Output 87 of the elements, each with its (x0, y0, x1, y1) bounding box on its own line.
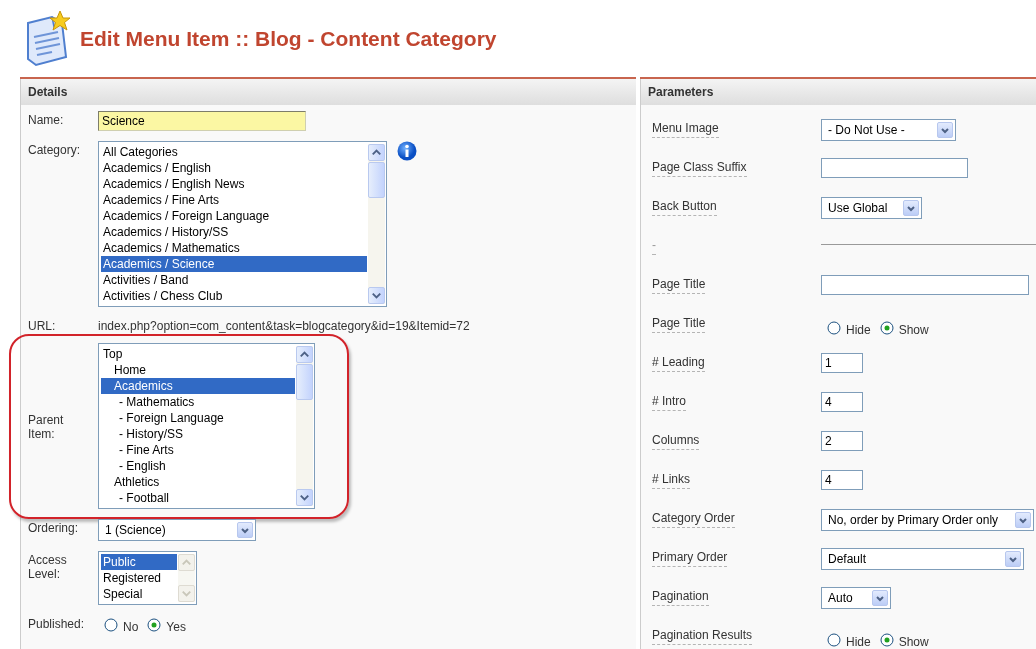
info-icon[interactable] (397, 141, 417, 161)
caret-icon (1015, 512, 1031, 528)
scroll-thumb[interactable] (368, 162, 385, 198)
caret-icon (237, 522, 253, 538)
dropdown[interactable]: Auto (821, 587, 891, 609)
panel-header: Parameters (640, 79, 1036, 105)
dropdown[interactable]: 1 (Science) (98, 519, 256, 541)
radio-button[interactable] (147, 618, 162, 632)
field-label: Parent Item: (28, 412, 65, 441)
list-option[interactable]: - Mathematics (101, 394, 295, 410)
list-option[interactable]: Academics / History/SS (101, 224, 367, 240)
list-option[interactable]: - Football (101, 490, 295, 506)
dropdown[interactable]: No, order by Primary Order only (821, 509, 1034, 531)
list-box[interactable]: Public Registered Special (98, 551, 197, 605)
field-label: Category: (28, 142, 82, 157)
field-label: Back Button (652, 199, 717, 216)
field-label: Primary Order (652, 550, 728, 567)
dropdown[interactable]: Default (821, 548, 1024, 570)
scrollbar[interactable] (296, 346, 313, 506)
text-field[interactable]: 4 (821, 470, 863, 490)
field-label: URL: (28, 318, 57, 333)
field-label: Category Order (652, 511, 735, 528)
field-label: Columns (652, 433, 700, 450)
field-label: # Leading (652, 355, 705, 372)
caret-icon (903, 200, 919, 216)
radio-button[interactable] (104, 618, 118, 632)
dropdown[interactable]: Use Global (821, 197, 922, 219)
page-title: Edit Menu Item :: Blog - Content Category (80, 26, 497, 51)
list-option[interactable]: Academics / English News (101, 176, 367, 192)
radio-label: Hide (846, 633, 871, 649)
list-option[interactable]: Academics / Science (101, 256, 367, 272)
field-label: Pagination (652, 589, 709, 606)
caret-icon (937, 122, 953, 138)
field-label: Ordering: (28, 520, 80, 535)
text-field[interactable] (821, 275, 1029, 295)
radio-button[interactable] (827, 321, 841, 335)
dropdown[interactable]: - Do Not Use - (821, 119, 956, 141)
list-option[interactable]: Public (101, 554, 177, 570)
text-field[interactable]: 1 (821, 353, 863, 373)
radio-label: Hide (846, 321, 871, 337)
text-field[interactable]: Science (98, 111, 306, 131)
field-label: Published: (28, 616, 86, 631)
radio-label: No (123, 618, 139, 634)
radio-label: Show (898, 321, 929, 337)
list-option[interactable]: Academics / Fine Arts (101, 192, 367, 208)
field-label: - (652, 238, 656, 255)
list-option[interactable]: Home (101, 362, 295, 378)
list-option[interactable]: - History/SS (101, 426, 295, 442)
list-option[interactable]: - Fine Arts (101, 442, 295, 458)
list-option[interactable]: Academics / Foreign Language (101, 208, 367, 224)
text-field[interactable]: 2 (821, 431, 863, 451)
panel-header: Details (20, 79, 636, 105)
list-box[interactable] (98, 141, 387, 307)
list-option[interactable]: Activities / Chess Club (101, 288, 367, 304)
radio-button[interactable] (879, 321, 894, 335)
url-text: index.php?option=com_content&task=blogcategory&id=19&Itemid=72 (98, 318, 470, 333)
radio-label: Yes (166, 618, 186, 634)
caret-icon (1005, 551, 1021, 567)
field-label: Page Class Suffix (652, 160, 747, 177)
caret-icon (872, 590, 888, 606)
radio-button[interactable] (879, 633, 894, 647)
field-label: Access Level: (28, 552, 68, 581)
field-label: Name: (28, 112, 65, 127)
field-label: # Intro (652, 394, 687, 411)
scroll-thumb[interactable] (296, 364, 313, 400)
field-label: Menu Image (652, 121, 719, 138)
scrollbar[interactable] (368, 144, 385, 304)
radio-label: Show (898, 633, 929, 649)
list-option[interactable]: - Foreign Language (101, 410, 295, 426)
list-option[interactable]: Athletics (101, 474, 295, 490)
list-option[interactable]: Activities / Band (101, 272, 367, 288)
list-option[interactable]: Academics / Mathematics (101, 240, 367, 256)
list-option[interactable]: Special (101, 586, 177, 602)
list-option[interactable]: Academics (101, 378, 295, 394)
text-field[interactable] (821, 158, 968, 178)
list-option[interactable]: Academics / English (101, 160, 367, 176)
list-option[interactable]: All Categories (101, 144, 367, 160)
list-option[interactable]: Top (101, 346, 295, 362)
field-label: # Links (652, 472, 691, 489)
field-label: Page Title (652, 316, 706, 333)
field-label: Pagination Results (652, 628, 753, 645)
list-box[interactable]: Top Home Academics - Mathematics - Foreign Language - History/SS - Fine Arts - English Athletics - Football (98, 343, 315, 509)
field-label: Page Title (652, 277, 706, 294)
text-field[interactable]: 4 (821, 392, 863, 412)
radio-button[interactable] (827, 633, 841, 647)
list-option[interactable]: - English (101, 458, 295, 474)
list-option[interactable]: Registered (101, 570, 177, 586)
